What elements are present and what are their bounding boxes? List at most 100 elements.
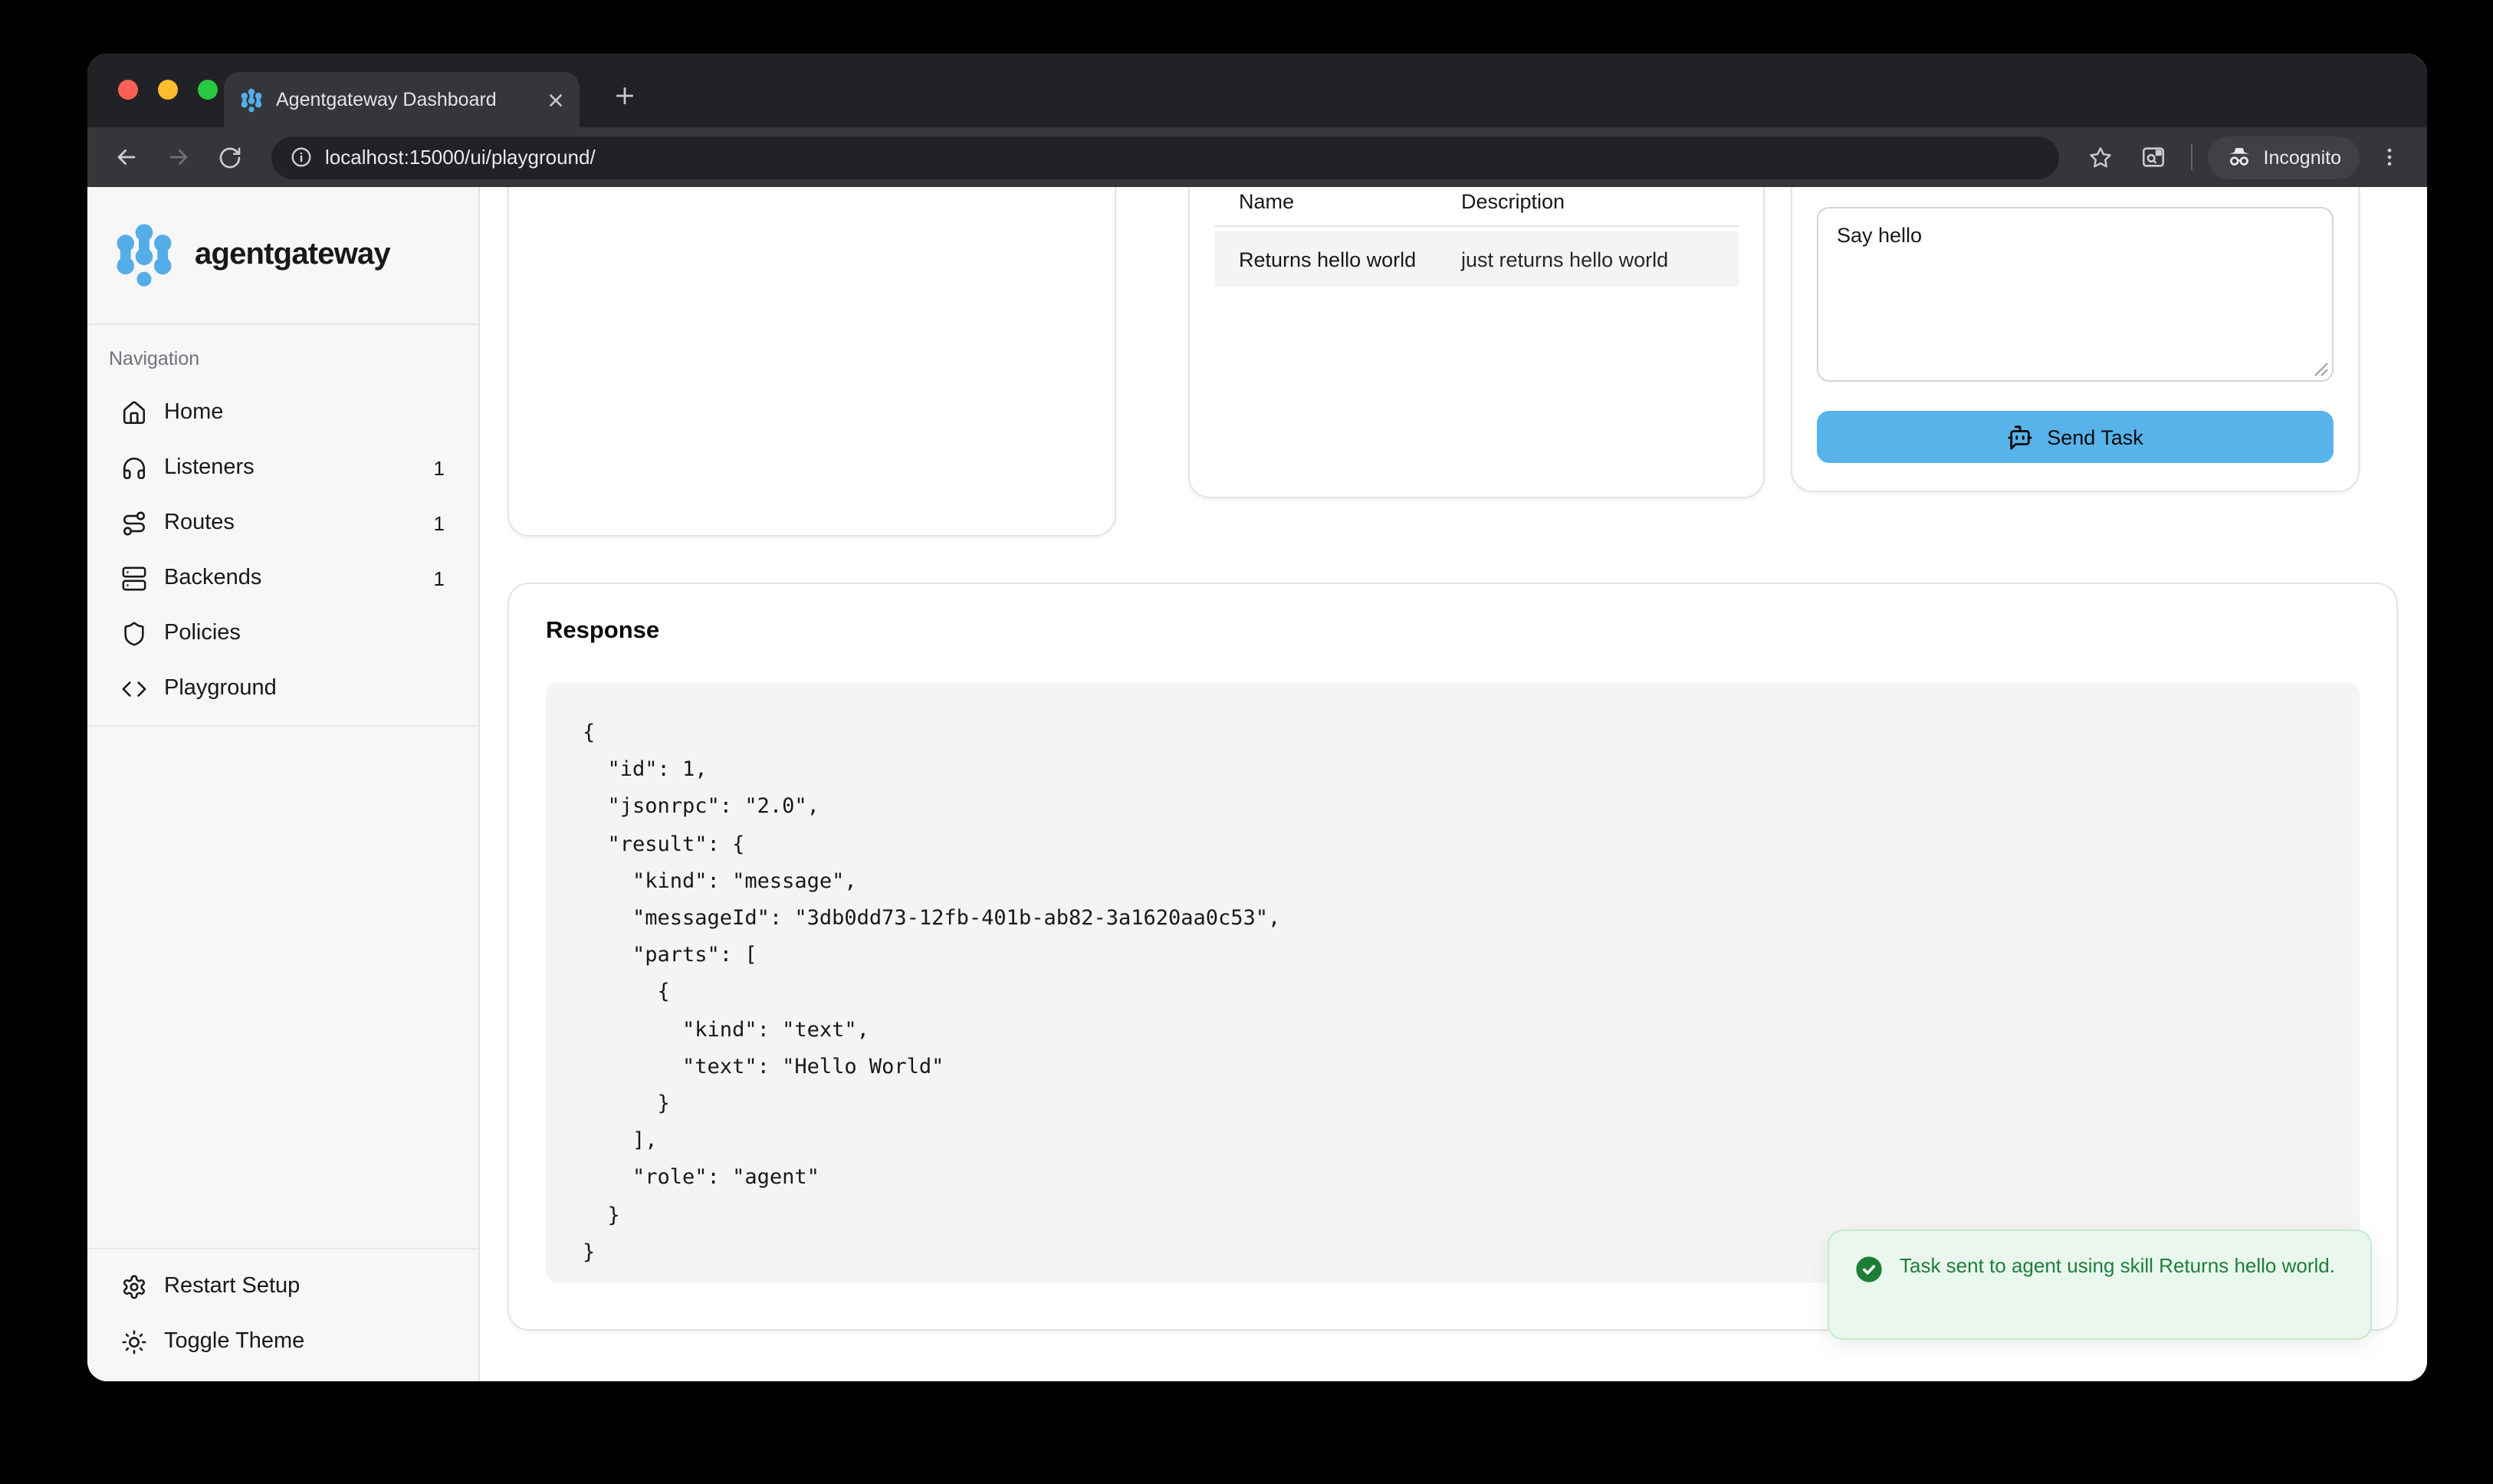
address-bar[interactable]: localhost:15000/ui/playground/ bbox=[271, 136, 2060, 179]
column-header-description: Description bbox=[1449, 190, 1739, 213]
json-line: "jsonrpc": "2.0", bbox=[583, 789, 2323, 826]
send-task-panel: Say hello Send Task bbox=[1791, 187, 2360, 492]
sidebar-item-label: Playground bbox=[164, 676, 428, 701]
toolbar-separator bbox=[2192, 144, 2193, 170]
brand[interactable]: agentgateway bbox=[87, 187, 478, 325]
bookmark-button[interactable] bbox=[2078, 134, 2124, 180]
sidebar-item-label: Listeners bbox=[164, 455, 417, 480]
sidebar-item-backends[interactable]: Backends 1 bbox=[87, 550, 478, 606]
close-window-button[interactable] bbox=[118, 80, 138, 100]
skill-row[interactable]: Returns hello world just returns hello w… bbox=[1214, 231, 1739, 287]
send-task-label: Send Task bbox=[2047, 425, 2143, 448]
url-text[interactable]: localhost:15000/ui/playground/ bbox=[325, 146, 596, 169]
response-panel: Response { "id": 1, "jsonrpc": "2.0", "r… bbox=[507, 583, 2398, 1331]
side-panel-search-icon bbox=[2140, 144, 2166, 170]
tab-close-icon[interactable] bbox=[547, 91, 564, 108]
sidebar-footer: Restart Setup Toggle Theme bbox=[87, 1248, 478, 1381]
send-task-button[interactable]: Send Task bbox=[1817, 411, 2334, 463]
nav-count-badge: 1 bbox=[434, 566, 445, 589]
sidebar-item-label: Home bbox=[164, 400, 428, 425]
browser-titlebar: Agentgateway Dashboard bbox=[87, 54, 2427, 127]
nav-count-badge: 1 bbox=[434, 456, 445, 479]
resize-handle-icon[interactable] bbox=[2314, 362, 2329, 377]
incognito-label: Incognito bbox=[2264, 146, 2341, 168]
new-tab-button[interactable] bbox=[604, 75, 644, 115]
success-toast: Task sent to agent using skill Returns h… bbox=[1828, 1230, 2372, 1340]
nav-count-badge: 1 bbox=[434, 511, 445, 534]
toggle-theme-label: Toggle Theme bbox=[164, 1329, 445, 1354]
toast-message: Task sent to agent using skill Returns h… bbox=[1900, 1251, 2335, 1318]
gear-icon bbox=[121, 1273, 147, 1299]
sidebar-item-label: Backends bbox=[164, 566, 417, 590]
message-input-wrap: Say hello bbox=[1817, 207, 2334, 382]
shield-icon bbox=[121, 620, 147, 646]
skills-table-header: Name Description bbox=[1214, 190, 1739, 227]
bot-message-icon bbox=[2007, 424, 2033, 450]
agentgateway-favicon bbox=[239, 87, 264, 113]
playground-main: Name Description Returns hello world jus… bbox=[480, 187, 2427, 1381]
sidebar-item-playground[interactable]: Playground bbox=[87, 661, 478, 716]
server-icon bbox=[121, 565, 147, 591]
json-line: "messageId": "3db0dd73-12fb-401b-ab82-3a… bbox=[583, 900, 2323, 937]
agentgateway-logo bbox=[112, 221, 176, 290]
json-line: "text": "Hello World" bbox=[583, 1049, 2323, 1085]
json-line: "id": 1, bbox=[583, 751, 2323, 788]
browser-menu-button[interactable] bbox=[2366, 134, 2412, 180]
json-line: "kind": "message", bbox=[583, 863, 2323, 900]
site-info-icon[interactable] bbox=[290, 146, 313, 169]
tab-title: Agentgateway Dashboard bbox=[276, 89, 535, 110]
json-line: } bbox=[583, 1085, 2323, 1122]
sidebar-item-policies[interactable]: Policies bbox=[87, 606, 478, 661]
sidebar-item-home[interactable]: Home bbox=[87, 385, 478, 440]
incognito-icon bbox=[2227, 144, 2253, 170]
json-line: "parts": [ bbox=[583, 937, 2323, 973]
zoom-window-button[interactable] bbox=[198, 80, 218, 100]
skill-name: Returns hello world bbox=[1214, 248, 1449, 271]
back-arrow-icon bbox=[113, 144, 139, 170]
nav-section-label: Navigation bbox=[109, 348, 478, 369]
restart-setup-button[interactable]: Restart Setup bbox=[87, 1259, 478, 1314]
response-title: Response bbox=[546, 618, 2360, 645]
forward-button[interactable] bbox=[155, 134, 201, 180]
brand-name: agentgateway bbox=[195, 238, 390, 273]
json-line: } bbox=[583, 1197, 2323, 1233]
window-controls bbox=[118, 80, 218, 100]
agent-card-panel bbox=[507, 187, 1116, 537]
json-line: "result": { bbox=[583, 826, 2323, 862]
browser-tab[interactable]: Agentgateway Dashboard bbox=[224, 72, 580, 127]
code-icon bbox=[121, 675, 147, 701]
json-line: { bbox=[583, 974, 2323, 1011]
browser-toolbar: localhost:15000/ui/playground/ bbox=[87, 127, 2427, 187]
skills-table: Name Description Returns hello world jus… bbox=[1214, 190, 1739, 287]
reload-icon bbox=[218, 145, 242, 169]
incognito-badge: Incognito bbox=[2209, 136, 2360, 179]
sidebar-item-routes[interactable]: Routes 1 bbox=[87, 495, 478, 550]
side-panel-search-button[interactable] bbox=[2130, 134, 2176, 180]
headphones-icon bbox=[121, 455, 147, 481]
task-message-input[interactable]: Say hello bbox=[1817, 207, 2334, 382]
sun-icon bbox=[121, 1328, 147, 1354]
skill-description: just returns hello world bbox=[1449, 248, 1739, 271]
route-icon bbox=[121, 510, 147, 536]
json-line: "kind": "text", bbox=[583, 1011, 2323, 1048]
forward-arrow-icon bbox=[165, 144, 191, 170]
kebab-menu-icon bbox=[2377, 146, 2400, 169]
home-icon bbox=[121, 399, 147, 425]
browser-window: Agentgateway Dashboard bbox=[87, 54, 2427, 1381]
desktop: Agentgateway Dashboard bbox=[0, 0, 2493, 1484]
sidebar-item-listeners[interactable]: Listeners 1 bbox=[87, 440, 478, 495]
reload-button[interactable] bbox=[207, 134, 253, 180]
restart-setup-label: Restart Setup bbox=[164, 1274, 445, 1298]
page-content: agentgateway Navigation Home bbox=[87, 187, 2427, 1381]
back-button[interactable] bbox=[103, 134, 149, 180]
toggle-theme-button[interactable]: Toggle Theme bbox=[87, 1314, 478, 1369]
check-circle-icon bbox=[1854, 1254, 1884, 1285]
json-line: "role": "agent" bbox=[583, 1160, 2323, 1197]
sidebar-item-label: Routes bbox=[164, 511, 417, 535]
sidebar: agentgateway Navigation Home bbox=[87, 187, 480, 1381]
minimize-window-button[interactable] bbox=[158, 80, 178, 100]
star-icon bbox=[2089, 145, 2114, 169]
nav-list: Home Listeners 1 Routes bbox=[87, 385, 478, 727]
column-header-name: Name bbox=[1214, 190, 1449, 213]
sidebar-item-label: Policies bbox=[164, 621, 428, 645]
